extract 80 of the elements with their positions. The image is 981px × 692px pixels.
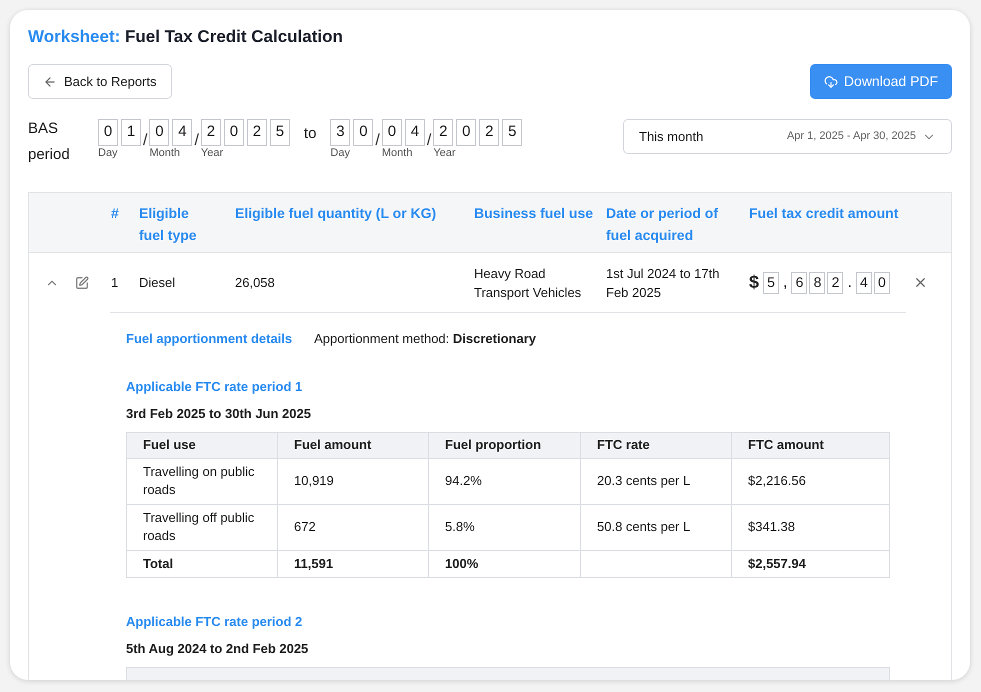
date-separator: /: [375, 131, 380, 151]
table-cell: Travelling off public roads: [127, 504, 278, 550]
column-header: Business fuel use: [474, 204, 594, 223]
column-header: Eligible fuel type: [139, 204, 198, 245]
digit-box[interactable]: 5: [502, 119, 522, 146]
table-cell: 50.8 cents per L: [581, 504, 732, 550]
digit-box[interactable]: 1: [121, 119, 141, 146]
column-header: Eligible fuel quantity (L or KG): [235, 204, 438, 223]
digit-box[interactable]: 0: [353, 119, 374, 146]
digit-box[interactable]: 3: [330, 119, 350, 146]
digit-box: 0: [874, 272, 890, 294]
date-separator: /: [426, 131, 432, 151]
table-cell-text: Diesel: [139, 274, 176, 292]
digit-box: 5: [763, 272, 780, 294]
digit-box[interactable]: 2: [200, 119, 221, 146]
digit-box[interactable]: 2: [433, 119, 454, 146]
digit-box[interactable]: 2: [246, 119, 267, 146]
digit-box[interactable]: 0: [382, 119, 402, 146]
column-header: Fuel tax credit amount: [749, 204, 900, 223]
date-separator: /: [194, 131, 199, 151]
period-dropdown[interactable]: This month Apr 1, 2025 - Apr 30, 2025: [623, 119, 952, 154]
date-part-caption: Day: [98, 147, 118, 160]
row-number: 1: [111, 274, 120, 292]
period-range: 3rd Feb 2025 to 30th Jun 2025: [126, 405, 312, 423]
digit-box: 8: [809, 272, 826, 294]
apportionment-method: Apportionment method: Discretionary: [314, 330, 536, 348]
period-range: 5th Aug 2024 to 2nd Feb 2025: [126, 640, 310, 658]
date-part-caption: Day: [330, 147, 350, 160]
digit-box: 4: [856, 272, 872, 294]
table-cell-text: $2,216.56: [747, 472, 807, 490]
amount-separator: ,: [782, 272, 788, 292]
digit-box[interactable]: 4: [172, 119, 192, 146]
column-header: FTC rate: [581, 432, 732, 458]
digit-box: 6: [791, 272, 808, 294]
column-header: #: [111, 204, 120, 223]
table-cell: Travelling on public roads: [127, 458, 278, 504]
column-header: Date or period of fuel acquired: [606, 204, 720, 245]
close-icon[interactable]: [913, 275, 928, 290]
column-header: FTC amount: [747, 436, 825, 454]
date-part-caption: Month: [149, 147, 180, 160]
edit-icon[interactable]: [75, 276, 89, 290]
to-label: to: [304, 124, 316, 144]
digit-box: 2: [827, 272, 844, 294]
table-cell-text: Heavy Road Transport Vehicles: [474, 264, 582, 302]
period-title: Applicable FTC rate period 1: [126, 378, 304, 396]
back-button[interactable]: Back to Reports: [28, 64, 172, 99]
date-part-caption: Month: [382, 147, 412, 160]
column-header: Fuel use: [127, 432, 278, 458]
table-cell-text: $2,557.94: [747, 554, 807, 572]
details-title: Fuel apportionment details: [126, 330, 292, 348]
table-cell-text: $341.38: [747, 518, 796, 536]
currency-symbol: $: [749, 271, 760, 294]
table-cell: 672: [278, 504, 429, 550]
date-separator: /: [143, 131, 148, 151]
digit-box[interactable]: 4: [404, 119, 425, 146]
table-cell: 11,591: [278, 550, 429, 576]
period-title: Applicable FTC rate period 2: [126, 612, 304, 631]
digit-box[interactable]: 0: [149, 119, 170, 146]
table-cell-text: 1st Jul 2024 to 17th Feb 2025: [606, 264, 720, 302]
digit-box[interactable]: 5: [270, 119, 290, 146]
page-title: Worksheet: Fuel Tax Credit Calculation: [28, 26, 344, 48]
digit-box[interactable]: 0: [224, 119, 244, 146]
table-cell: Total: [127, 550, 278, 576]
date-part-caption: Year: [433, 147, 456, 160]
table-cell-text: 26,058: [235, 274, 276, 292]
table-cell: 100%: [429, 550, 581, 576]
table-cell: 5.8%: [429, 504, 581, 550]
date-part-caption: Year: [200, 147, 224, 160]
cloud-download-icon: [824, 74, 838, 88]
digit-box[interactable]: 0: [98, 119, 118, 146]
digit-box[interactable]: 0: [456, 119, 476, 146]
table-cell: 10,919: [278, 458, 429, 504]
digit-box[interactable]: 2: [479, 119, 500, 146]
arrow-left-icon: [43, 74, 57, 88]
table-cell: 20.3 cents per L: [581, 458, 732, 504]
bas-period-label: BAS period: [28, 119, 71, 165]
column-header: Fuel proportion: [429, 432, 581, 458]
table-cell: 94.2%: [429, 458, 581, 504]
column-header: Fuel amount: [278, 432, 429, 458]
amount-separator: .: [846, 272, 853, 292]
